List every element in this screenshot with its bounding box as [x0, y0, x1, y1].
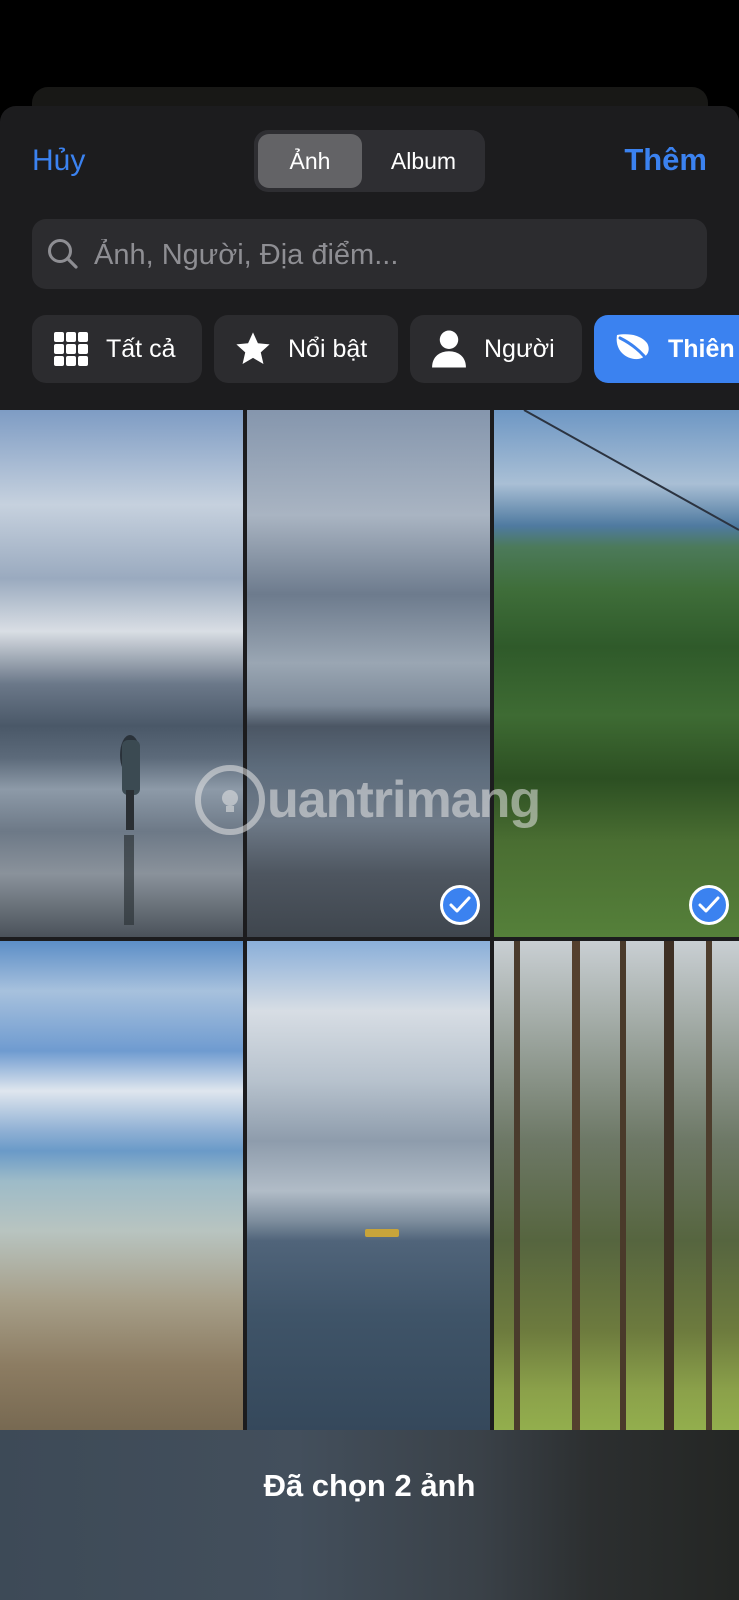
filter-chip-label: Thiên [668, 334, 735, 363]
selection-footer: Đã chọn 2 ảnh [0, 1430, 739, 1600]
filter-chip-label: Nổi bật [288, 334, 368, 363]
selected-checkmark [689, 885, 729, 925]
star-icon [234, 330, 272, 368]
filter-chip-nature[interactable]: Thiên [594, 315, 739, 383]
woman-silhouette [120, 735, 140, 925]
photo-thumbnail[interactable] [0, 941, 243, 1441]
search-bar [32, 219, 707, 291]
nav-bar: Hủy Ảnh Album Thêm [0, 106, 739, 206]
checkmark-icon [698, 896, 720, 913]
grid-icon [52, 330, 90, 368]
selected-checkmark [440, 885, 480, 925]
filter-chip-featured[interactable]: Nổi bật [214, 315, 398, 383]
segment-photos[interactable]: Ảnh [258, 134, 362, 188]
photo-picker-sheet: Hủy Ảnh Album Thêm Tất cả [0, 106, 739, 1600]
filter-chip-all[interactable]: Tất cả [32, 315, 202, 383]
leaf-icon [614, 330, 652, 368]
photo-thumbnail[interactable] [0, 410, 243, 937]
selection-count-label: Đã chọn 2 ảnh [263, 1468, 476, 1503]
filter-chip-label: Người [484, 334, 555, 363]
photo-thumbnail[interactable] [247, 410, 490, 937]
boat [365, 1229, 399, 1237]
cancel-button[interactable]: Hủy [32, 144, 85, 178]
pine-trunks [514, 941, 712, 1441]
segmented-control: Ảnh Album [254, 130, 485, 192]
person-icon [430, 330, 468, 368]
add-button[interactable]: Thêm [624, 142, 707, 178]
checkmark-icon [449, 896, 471, 913]
search-icon [48, 239, 78, 269]
filter-chip-people[interactable]: Người [410, 315, 582, 383]
power-line [523, 410, 739, 531]
filter-chip-label: Tất cả [106, 334, 176, 363]
photo-thumbnail[interactable] [494, 410, 739, 937]
photo-thumbnail[interactable] [247, 941, 490, 1441]
search-input[interactable] [92, 219, 696, 291]
segment-albums[interactable]: Album [366, 134, 481, 188]
photo-grid [0, 410, 739, 1450]
filter-chips: Tất cả Nổi bật Người Thiên [32, 315, 739, 383]
photo-thumbnail[interactable] [494, 941, 739, 1441]
